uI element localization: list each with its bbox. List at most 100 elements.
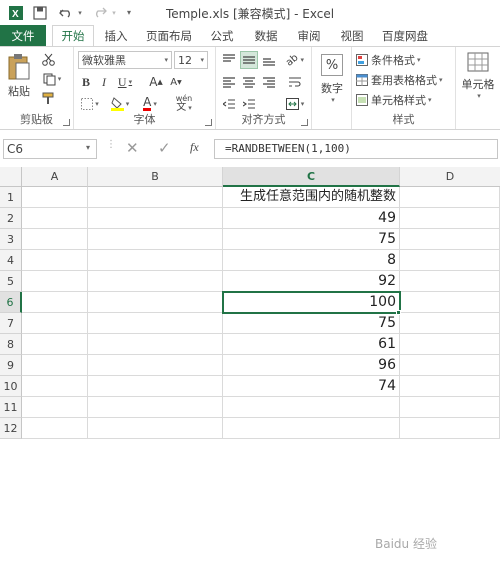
save-icon[interactable] — [30, 3, 50, 23]
shrink-font-icon[interactable]: A ▼ — [168, 73, 184, 91]
cell-c[interactable] — [223, 397, 400, 418]
row-header[interactable]: 6 — [0, 292, 22, 313]
cell-b[interactable] — [88, 187, 223, 208]
alignment-launcher-icon[interactable] — [301, 119, 308, 126]
cell-a[interactable] — [22, 418, 88, 439]
cell-a[interactable] — [22, 229, 88, 250]
row-header[interactable]: 7 — [0, 313, 22, 334]
align-center-icon[interactable] — [240, 73, 258, 91]
row-header[interactable]: 5 — [0, 271, 22, 292]
row-header[interactable]: 12 — [0, 418, 22, 439]
cell-b[interactable] — [88, 208, 223, 229]
select-all-corner[interactable] — [0, 167, 22, 187]
undo-icon[interactable] — [56, 3, 76, 23]
cell-d[interactable] — [400, 187, 500, 208]
cell-b[interactable] — [88, 334, 223, 355]
cell-styles-button[interactable]: 单元格样式 ▾ — [356, 91, 454, 109]
insert-function-icon[interactable]: fx — [190, 140, 199, 155]
cell-a[interactable] — [22, 355, 88, 376]
tab-review[interactable]: 审阅 — [288, 25, 330, 46]
cell-c[interactable] — [223, 418, 400, 439]
phonetic-icon[interactable]: wén 文 ▾ — [170, 93, 198, 113]
font-launcher-icon[interactable] — [205, 119, 212, 126]
align-top-icon[interactable] — [220, 51, 238, 69]
row-header[interactable]: 2 — [0, 208, 22, 229]
cell-d[interactable] — [400, 334, 500, 355]
cell-d[interactable] — [400, 397, 500, 418]
formula-input[interactable]: =RANDBETWEEN(1,100) — [214, 139, 498, 159]
number-format-button[interactable]: % 数字 ▾ — [316, 53, 348, 105]
cells-button[interactable]: 单元格 ▾ — [458, 51, 498, 101]
conditional-formatting-button[interactable]: 条件格式 ▾ — [356, 51, 454, 69]
cell-d[interactable] — [400, 313, 500, 334]
redo-icon[interactable] — [90, 3, 110, 23]
cell-b[interactable] — [88, 271, 223, 292]
cell-c[interactable]: 74 — [223, 376, 400, 397]
align-bottom-icon[interactable] — [260, 51, 278, 69]
row-header[interactable]: 11 — [0, 397, 22, 418]
cell-b[interactable] — [88, 313, 223, 334]
tab-baidu-netdisk[interactable]: 百度网盘 — [374, 25, 436, 46]
cell-a[interactable] — [22, 397, 88, 418]
font-size-dropdown[interactable]: 12 ▾ — [174, 51, 208, 69]
tab-home[interactable]: 开始 — [52, 25, 94, 46]
align-left-icon[interactable] — [220, 73, 238, 91]
cell-c[interactable]: 8 — [223, 250, 400, 271]
orientation-icon[interactable]: ab ▾ — [282, 51, 308, 69]
cell-c[interactable]: 96 — [223, 355, 400, 376]
cell-b[interactable] — [88, 355, 223, 376]
tab-file[interactable]: 文件 — [0, 25, 46, 46]
cell-a[interactable] — [22, 208, 88, 229]
cell-a[interactable] — [22, 334, 88, 355]
paste-button[interactable]: 粘贴 — [4, 51, 34, 101]
cell-a[interactable] — [22, 313, 88, 334]
bold-button[interactable]: B — [78, 73, 94, 91]
row-header[interactable]: 10 — [0, 376, 22, 397]
cell-a[interactable] — [22, 292, 88, 313]
align-right-icon[interactable] — [260, 73, 278, 91]
cell-d[interactable] — [400, 292, 500, 313]
name-box[interactable]: C6 — [3, 139, 97, 159]
format-as-table-button[interactable]: 套用表格格式 ▾ — [356, 71, 454, 89]
tab-view[interactable]: 视图 — [330, 25, 374, 46]
customize-qat-icon[interactable]: ▾ — [124, 3, 134, 23]
tab-formulas[interactable]: 公式 — [200, 25, 244, 46]
cell-a[interactable] — [22, 271, 88, 292]
cell-c[interactable]: 75 — [223, 313, 400, 334]
underline-button[interactable]: U ▾ — [114, 73, 136, 91]
tab-data[interactable]: 数据 — [244, 25, 288, 46]
wrap-text-icon[interactable] — [286, 73, 304, 91]
format-painter-icon[interactable] — [40, 90, 56, 106]
cell-c[interactable]: 92 — [223, 271, 400, 292]
clipboard-launcher-icon[interactable] — [63, 119, 70, 126]
cell-c[interactable]: 生成任意范围内的随机整数 — [223, 187, 400, 208]
italic-button[interactable]: I — [96, 73, 112, 91]
name-box-dropdown-icon[interactable]: ▾ — [86, 143, 90, 152]
cell-a[interactable] — [22, 187, 88, 208]
column-header-c[interactable]: C — [223, 167, 400, 187]
cell-b[interactable] — [88, 418, 223, 439]
column-header-a[interactable]: A — [22, 167, 88, 187]
cell-a[interactable] — [22, 250, 88, 271]
row-header[interactable]: 1 — [0, 187, 22, 208]
cell-d[interactable] — [400, 418, 500, 439]
tab-insert[interactable]: 插入 — [94, 25, 138, 46]
row-header[interactable]: 4 — [0, 250, 22, 271]
align-middle-icon[interactable] — [240, 51, 258, 69]
cell-c[interactable]: 61 — [223, 334, 400, 355]
tab-page-layout[interactable]: 页面布局 — [138, 25, 200, 46]
copy-icon[interactable]: ▾ — [40, 71, 64, 87]
column-header-d[interactable]: D — [400, 167, 500, 187]
formula-bar-grip-icon[interactable]: ⋮ — [106, 140, 116, 150]
cell-b[interactable] — [88, 376, 223, 397]
row-header[interactable]: 8 — [0, 334, 22, 355]
grow-font-icon[interactable]: A ▲ — [148, 73, 164, 91]
cell-d[interactable] — [400, 376, 500, 397]
row-header[interactable]: 9 — [0, 355, 22, 376]
redo-dropdown-icon[interactable]: ▾ — [110, 3, 118, 23]
cell-b[interactable] — [88, 397, 223, 418]
cancel-icon[interactable]: ✕ — [126, 139, 139, 157]
cell-b[interactable] — [88, 292, 223, 313]
cell-d[interactable] — [400, 229, 500, 250]
undo-dropdown-icon[interactable]: ▾ — [76, 3, 84, 23]
